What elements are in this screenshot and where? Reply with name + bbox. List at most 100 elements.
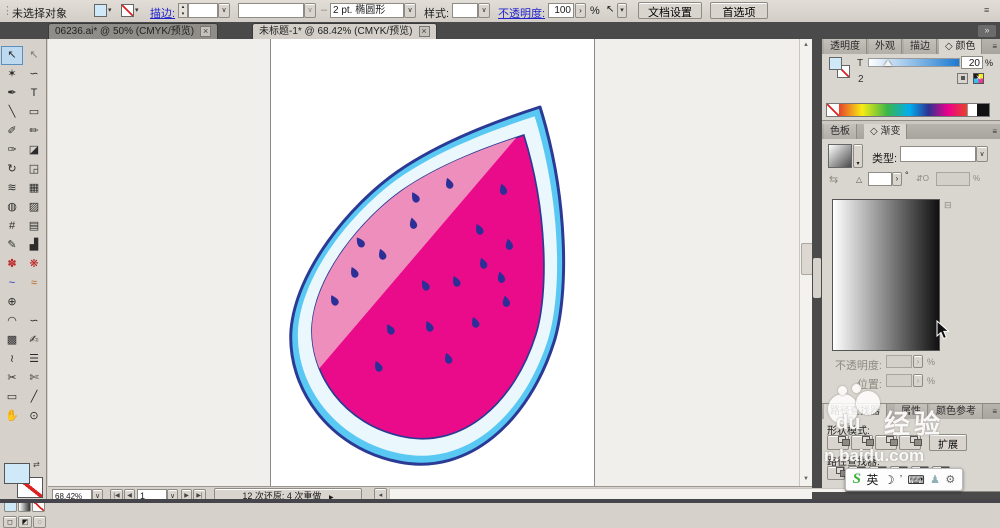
stroke-chevron-icon[interactable]: ▾	[135, 4, 139, 17]
gradient-slider-ramp[interactable]	[832, 199, 940, 351]
scissors-tool[interactable]: ✂	[1, 369, 23, 388]
slice-tool[interactable]: ╱	[23, 388, 45, 407]
gradient-angle-field[interactable]	[868, 172, 892, 186]
paintbrush-tool[interactable]: ✐	[1, 122, 23, 141]
select-similar-chevron-icon[interactable]: ▾	[617, 3, 627, 18]
stepper-up-icon[interactable]: ▴	[179, 4, 187, 11]
shape-mode-minus-front-button[interactable]	[851, 435, 874, 450]
collapse-panels-button[interactable]: »	[978, 25, 996, 37]
brush-definition-field[interactable]: 2 pt. 椭圆形	[330, 3, 404, 18]
gradient-opacity-field[interactable]	[886, 355, 912, 368]
freeform-tool[interactable]: ✍	[23, 331, 45, 350]
tint-slider-marker[interactable]	[884, 60, 892, 66]
web-safe-cube-icon[interactable]: ✕	[973, 73, 984, 84]
warp-tool[interactable]: ≈	[23, 274, 45, 293]
spectrum-black-swatch[interactable]	[977, 104, 989, 116]
tab-appearance[interactable]: 外观	[869, 39, 902, 54]
scroll-down-icon[interactable]: ▼	[800, 473, 812, 486]
ime-fullhalf-moon-icon[interactable]: ☽	[884, 473, 895, 487]
dock-resize-grip[interactable]	[813, 258, 821, 298]
stepper-down-icon[interactable]: ▾	[179, 11, 187, 17]
eraser-tool[interactable]: ◪	[23, 141, 45, 160]
spectrum-white-swatch[interactable]	[967, 104, 977, 116]
eyedropper-tool[interactable]: ✎	[1, 236, 23, 255]
width-tool[interactable]: ≋	[1, 179, 23, 198]
draw-behind-button[interactable]: ◩	[18, 516, 32, 528]
tint-value-field[interactable]: 20	[961, 56, 983, 69]
mesh-tool[interactable]: #	[1, 217, 23, 236]
symbol-stainer-tool[interactable]: ❋	[23, 255, 45, 274]
width-profile-field[interactable]	[238, 3, 304, 18]
free-transform-tool[interactable]: ▦	[23, 179, 45, 198]
scroll-up-icon[interactable]: ▲	[800, 39, 812, 52]
style-chevron-icon[interactable]: ∨	[478, 3, 490, 18]
panel-fill-swatch[interactable]	[829, 57, 842, 70]
stroke-color-swatch[interactable]	[121, 4, 134, 17]
gradient-thumbnail-chevron-icon[interactable]: ▾	[853, 144, 863, 168]
reshape-tool[interactable]: ◠	[1, 312, 23, 331]
tab-gradient[interactable]: ◇ 渐变	[864, 124, 908, 139]
aspect-ratio-field[interactable]	[936, 172, 970, 186]
lasso-tool[interactable]: ∽	[23, 65, 45, 84]
gradient-thumbnail[interactable]	[828, 144, 852, 168]
tab-swatches[interactable]: 色板	[824, 124, 857, 139]
spectrum-ramp[interactable]	[839, 104, 967, 116]
style-field[interactable]	[452, 3, 478, 18]
shape-mode-exclude-button[interactable]	[899, 435, 922, 450]
ime-profile-icon[interactable]: ♟	[930, 473, 940, 486]
delete-stop-icon[interactable]: ⊟	[944, 200, 952, 211]
tab-pathfinder[interactable]: 路径查找器	[824, 404, 887, 419]
preferences-button[interactable]: 首选项	[710, 2, 768, 19]
ime-keyboard-icon[interactable]: ⌨	[907, 473, 924, 487]
line-segment-tool[interactable]: ╲	[1, 103, 23, 122]
draw-normal-button[interactable]: ◻	[3, 516, 17, 528]
column-graph-tool[interactable]: ▟	[23, 236, 45, 255]
tint-slider[interactable]	[868, 58, 960, 67]
out-of-gamut-warning-icon[interactable]	[957, 73, 968, 84]
pathfinder-panel-menu-icon[interactable]: ≡	[992, 407, 997, 416]
gradient-location-spinner-icon[interactable]: ›	[913, 374, 923, 387]
tab-transparency[interactable]: 透明度	[824, 39, 867, 54]
tab-color-guide[interactable]: 颜色参考	[930, 404, 983, 419]
swap-fill-stroke-icon[interactable]: ⇄	[33, 460, 40, 469]
artboard-tool[interactable]: ▭	[1, 388, 23, 407]
gradient-opacity-spinner-icon[interactable]: ›	[913, 355, 923, 368]
wrinkle-tool[interactable]: ∽	[23, 312, 45, 331]
opacity-field[interactable]: 100	[548, 3, 574, 18]
width-profile-chevron-icon[interactable]: ∨	[304, 3, 316, 18]
scale-tool[interactable]: ◲	[23, 160, 45, 179]
pencil-tool[interactable]: ✏	[23, 122, 45, 141]
tab-stroke[interactable]: 描边	[904, 39, 937, 54]
opacity-spinner-icon[interactable]: ›	[575, 3, 586, 18]
live-paint-selection-tool[interactable]: ▩	[1, 331, 23, 350]
tab-attributes[interactable]: 属性	[895, 404, 928, 419]
blob-brush-tool[interactable]: ✑	[1, 141, 23, 160]
ime-language-toggle[interactable]: 英	[866, 471, 878, 488]
shape-builder-tool[interactable]: ◍	[1, 198, 23, 217]
rectangle-tool[interactable]: ▭	[23, 103, 45, 122]
opacity-panel-link[interactable]: 不透明度:	[498, 5, 545, 21]
select-similar-icon[interactable]: ↖	[606, 4, 614, 15]
spectrum-none-swatch[interactable]	[827, 104, 839, 116]
gradient-angle-spinner-icon[interactable]: ›	[892, 172, 902, 186]
vertical-scrollbar-thumb[interactable]	[801, 243, 812, 275]
gradient-type-chevron-icon[interactable]: ∨	[976, 146, 988, 162]
close-tab-icon[interactable]: ×	[200, 26, 212, 37]
stroke-panel-link[interactable]: 描边:	[150, 5, 175, 21]
canvas-area[interactable]: ▲ ▼	[48, 39, 812, 486]
close-tab-icon[interactable]: ×	[418, 26, 430, 37]
arc-tool[interactable]: ~	[1, 274, 23, 293]
pathfinder-divide-button[interactable]	[827, 466, 848, 480]
zoom-tool[interactable]: ⊙	[23, 407, 45, 426]
color-spectrum-bar[interactable]	[826, 103, 990, 117]
gradient-location-field[interactable]	[886, 374, 912, 387]
gradient-type-field[interactable]	[900, 146, 976, 162]
gradient-panel-menu-icon[interactable]: ≡	[992, 127, 997, 136]
fill-color-swatch[interactable]	[94, 4, 107, 17]
rotate-tool[interactable]: ↻	[1, 160, 23, 179]
pen-tool[interactable]: ✒	[1, 84, 23, 103]
stroke-weight-stepper[interactable]: ▴ ▾	[178, 3, 188, 18]
type-tool[interactable]: T	[23, 84, 45, 103]
tab-color[interactable]: ◇ 颜色	[939, 39, 983, 54]
shape-mode-unite-button[interactable]	[827, 435, 850, 450]
